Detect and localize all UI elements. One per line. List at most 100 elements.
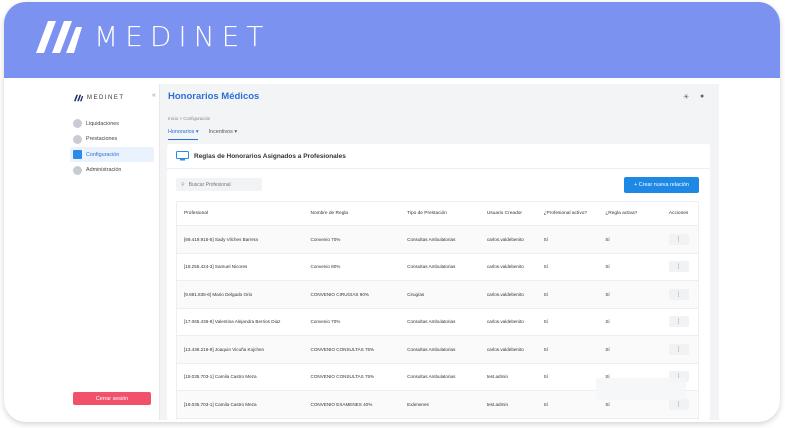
brand-banner: MEDINET — [4, 2, 780, 78]
row-actions-button[interactable]: ⋮ — [668, 233, 689, 245]
cell-prestacion: Consultas Ambulatorias — [407, 346, 456, 352]
plus-box-icon — [73, 134, 82, 144]
monitor-icon — [176, 151, 189, 161]
sidebar-logo: MEDINET — [72, 93, 125, 103]
cell-profesional-activo: Sí — [543, 236, 548, 242]
cell-regla-activa: Sí — [605, 346, 610, 352]
cell-usuario: test.admin — [486, 401, 509, 407]
sidebar: MEDINET « Liquidaciones Prestaciones Con… — [64, 84, 160, 420]
sidebar-item-configuracion[interactable]: Configuración — [70, 147, 154, 162]
cell-regla: Convenio 70% — [310, 319, 341, 325]
logout-button[interactable]: Cerrar sesión — [73, 392, 151, 405]
cell-regla-activa: Sí — [605, 291, 610, 297]
search-icon: ⚲ — [181, 181, 185, 188]
cell-usuario: carlos.valdebenito — [486, 264, 524, 270]
search-input[interactable] — [188, 181, 259, 188]
row-actions-button[interactable]: ⋮ — [668, 316, 689, 328]
table-row: [17.065.436-9] Valentina Alejandra Berri… — [177, 309, 698, 336]
cell-profesional: [18.255.424-3] Samuel Nicores — [184, 264, 248, 270]
sidebar-item-label: Liquidaciones — [86, 120, 119, 127]
cell-usuario: carlos.valdebenito — [486, 291, 524, 297]
column-header[interactable]: Nombre de Regla — [311, 211, 408, 216]
cell-regla: Convenio 80% — [310, 264, 341, 270]
cell-usuario: carlos.valdebenito — [486, 319, 524, 325]
column-header[interactable]: Profesional — [177, 211, 311, 216]
receipt-icon — [73, 119, 82, 128]
cell-profesional: [19.035.703-1] Camila Castro Meza — [184, 374, 257, 380]
tab-incentivos[interactable]: Incentivos ▾ — [209, 129, 237, 135]
cell-profesional-activo: Sí — [543, 401, 548, 407]
app-window: MEDINET « Liquidaciones Prestaciones Con… — [64, 84, 719, 420]
create-relation-button[interactable]: + Crear nueva relación — [624, 177, 699, 193]
row-actions-button[interactable]: ⋮ — [668, 398, 689, 410]
card-title: Reglas de Honorarios Asignados a Profesi… — [194, 153, 346, 160]
gear-icon — [73, 165, 82, 175]
cell-profesional-activo: Sí — [543, 264, 548, 270]
page-title: Honorarios Médicos — [168, 91, 260, 102]
table-row: [9.691.835-6] Mario Delgado Orio CONVENI… — [177, 281, 698, 309]
column-header[interactable]: Tipo de Prestación — [407, 211, 487, 216]
active-tab-indicator — [168, 139, 198, 140]
cell-profesional: [69.419.915-5] Sady Vilches Barrera — [184, 236, 258, 242]
cell-prestacion: Consultas Ambulatorias — [407, 319, 456, 325]
sidebar-item-label: Administración — [86, 167, 122, 173]
cell-regla-activa: Sí — [605, 401, 610, 407]
screenshot-frame: MEDINET MEDINET « Liquidaciones Prestaci… — [4, 2, 780, 422]
column-header[interactable]: Usuario Creador — [487, 211, 544, 216]
table-row: [18.255.424-3] Samuel Nicores Convenio 8… — [177, 254, 698, 281]
brand-name: MEDINET — [94, 20, 271, 53]
cell-regla: CONVENIO EXAMENES 40% — [310, 401, 373, 407]
medinet-logo-icon — [74, 94, 84, 102]
cell-usuario: carlos.valdebenito — [486, 346, 524, 352]
monitor-icon — [73, 150, 82, 159]
column-header: Acciones — [668, 211, 689, 216]
table-header: Profesional Nombre de Regla Tipo de Pres… — [177, 202, 698, 226]
sidebar-logo-text: MEDINET — [87, 95, 125, 101]
cell-regla-activa: Sí — [605, 319, 610, 325]
cell-usuario: test.admin — [486, 374, 509, 380]
cell-prestacion: Consultas Ambulatorias — [407, 264, 456, 270]
sun-icon[interactable]: ☀ — [683, 93, 689, 101]
row-actions-button[interactable]: ⋮ — [668, 343, 689, 355]
cell-profesional-activo: Sí — [543, 319, 548, 325]
cell-prestacion: Exámenes — [407, 401, 429, 407]
sidebar-item-prestaciones[interactable]: Prestaciones — [70, 132, 154, 147]
column-header[interactable]: ¿Profesional activo? — [544, 211, 606, 216]
cell-profesional-activo: Sí — [543, 291, 548, 297]
cell-profesional-activo: Sí — [543, 346, 548, 352]
sidebar-item-label: Prestaciones — [86, 136, 118, 142]
cell-regla-activa: Sí — [605, 264, 610, 270]
sidebar-item-liquidaciones[interactable]: Liquidaciones — [70, 116, 154, 131]
column-header[interactable]: ¿Regla activa? — [605, 211, 659, 216]
cell-regla: CONVENIO CIRUGIAS 90% — [310, 291, 369, 297]
top-bar: Honorarios Médicos ☀ ● — [160, 84, 719, 108]
cell-regla: CONVENIO CONSULTAS 75% — [310, 346, 375, 352]
overlay-patch — [596, 378, 686, 400]
cell-regla-activa: Sí — [605, 236, 610, 242]
row-actions-button[interactable]: ⋮ — [668, 261, 689, 273]
cell-prestacion: Cirugías — [407, 291, 425, 297]
row-actions-button[interactable]: ⋮ — [668, 288, 689, 300]
cell-prestacion: Consultas Ambulatorias — [407, 236, 456, 242]
tab-bar: Honorarios ▾ Incentivos ▾ — [168, 129, 237, 135]
tab-honorarios[interactable]: Honorarios ▾ — [168, 129, 199, 135]
user-icon[interactable]: ● — [700, 93, 704, 100]
cell-regla: Convenio 70% — [310, 236, 341, 242]
collapse-sidebar-icon[interactable]: « — [152, 92, 156, 99]
cell-usuario: carlos.valdebenito — [486, 236, 524, 242]
search-box: ⚲ — [176, 178, 262, 191]
cell-profesional: [9.691.835-6] Mario Delgado Orio — [184, 291, 253, 297]
cell-profesional: [19.035.703-1] Camila Castro Meza — [184, 401, 257, 407]
divider — [167, 168, 710, 169]
table-row: [69.419.915-5] Sady Vilches Barrera Conv… — [177, 226, 698, 254]
cell-regla: CONVENIO CONSULTAS 75% — [310, 374, 375, 380]
cell-prestacion: Consultas Ambulatorias — [407, 374, 456, 380]
sidebar-nav: Liquidaciones Prestaciones Configuración… — [70, 116, 154, 178]
sidebar-item-label: Configuración — [86, 151, 120, 158]
medinet-logo-icon — [36, 21, 82, 53]
cell-profesional: [17.065.436-9] Valentina Alejandra Berri… — [184, 319, 281, 325]
sidebar-item-administracion[interactable]: Administración — [70, 163, 154, 178]
breadcrumb: Inicio > Configuración — [168, 116, 211, 121]
cell-profesional: [13.436.216-9] Joaquin Vicuña Kojchen — [184, 346, 265, 352]
table-row: [13.436.216-9] Joaquin Vicuña Kojchen CO… — [177, 336, 698, 364]
